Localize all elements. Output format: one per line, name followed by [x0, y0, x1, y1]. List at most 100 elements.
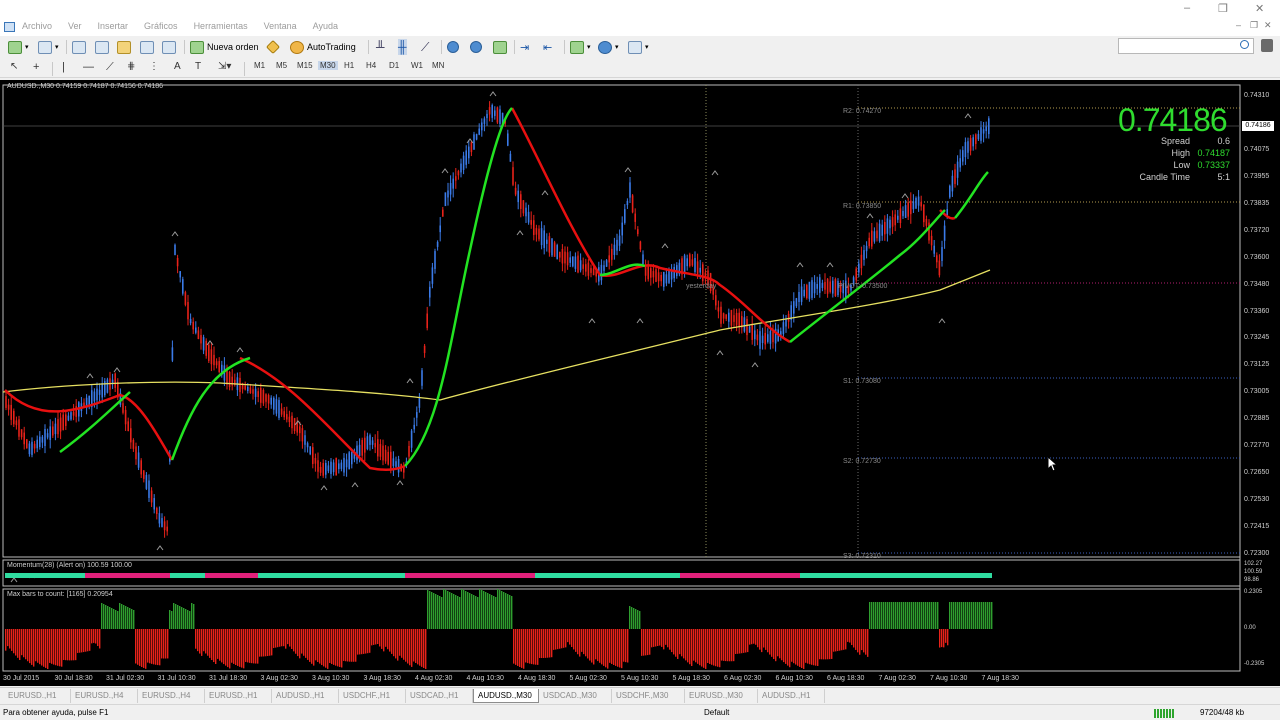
histogram-bar	[363, 629, 365, 654]
mdi-restore-icon[interactable]: ❐	[1250, 20, 1258, 31]
tf-m5[interactable]: M5	[276, 61, 287, 70]
tf-w1[interactable]: W1	[411, 61, 423, 70]
chart-tab[interactable]: EURUSD.,M30	[685, 689, 758, 703]
menu-archivo[interactable]: Archivo	[22, 21, 52, 31]
chart-tab[interactable]: EURUSD.,H1	[205, 689, 272, 703]
line-chart-button[interactable]: ⟋	[421, 39, 429, 55]
tf-h1[interactable]: H1	[344, 61, 354, 70]
candle-body	[834, 279, 837, 297]
tf-m15[interactable]: M15	[297, 61, 313, 70]
text-label-icon[interactable]: T	[195, 61, 201, 72]
histogram-bar	[433, 593, 435, 629]
chart-tab[interactable]: USDCHF.,M30	[612, 689, 685, 703]
candle-chart-button[interactable]: ╫	[398, 39, 407, 55]
menu-herramientas[interactable]: Herramientas	[194, 21, 248, 31]
chart-tab[interactable]: AUDUSD.,M30	[473, 689, 539, 703]
tf-h4[interactable]: H4	[366, 61, 376, 70]
histogram-bar	[529, 629, 531, 664]
histogram-bar	[491, 595, 493, 629]
terminal-button[interactable]	[140, 39, 154, 55]
clock-icon	[598, 40, 612, 54]
chart-tab[interactable]: AUDUSD.,H1	[758, 689, 825, 703]
candle-body	[696, 261, 699, 274]
indicators-icon	[570, 40, 584, 54]
bar-chart-button[interactable]: ╨	[376, 39, 385, 55]
new-order-button[interactable]: Nueva orden	[190, 39, 259, 55]
histogram-bar	[615, 629, 617, 666]
fibonacci-icon[interactable]: ⋮	[149, 61, 159, 72]
profile-name[interactable]: Default	[704, 708, 729, 717]
menu-insertar[interactable]: Insertar	[98, 21, 129, 31]
menu-ayuda[interactable]: Ayuda	[313, 21, 338, 31]
autoscroll-button[interactable]: ⇥	[520, 39, 529, 55]
zoom-in-button[interactable]	[447, 39, 459, 55]
indicators-button[interactable]: ▾	[570, 39, 591, 55]
mdi-minimize-icon[interactable]: –	[1236, 20, 1241, 30]
user-icon[interactable]	[1261, 39, 1273, 52]
chart-window[interactable]: AUDUSD.,M30 0.74159 0.74187 0.74156 0.74…	[0, 80, 1280, 686]
restore-icon[interactable]: ❐	[1218, 2, 1228, 15]
tf-m30[interactable]: M30	[318, 61, 338, 70]
histogram-bar	[911, 602, 913, 629]
histogram-bar	[565, 629, 567, 648]
chart-tab[interactable]: USDCHF.,H1	[339, 689, 406, 703]
horizontal-line-icon[interactable]: —	[83, 61, 94, 73]
histogram-bar	[157, 629, 159, 666]
market-watch-button[interactable]	[72, 39, 86, 55]
histogram-bar	[315, 629, 317, 661]
navigator-button[interactable]	[95, 39, 109, 55]
arrows-tool-icon[interactable]: ⇲▾	[218, 61, 231, 72]
tile-windows-button[interactable]	[493, 39, 507, 55]
histogram-bar	[179, 606, 181, 629]
metaeditor-button[interactable]	[265, 39, 281, 55]
candle-body	[876, 230, 878, 239]
chart-tab[interactable]: AUDUSD.,H1	[272, 689, 339, 703]
tester-button[interactable]	[162, 39, 176, 55]
search-input[interactable]	[1118, 38, 1254, 54]
histogram-bar	[539, 629, 541, 658]
periods-button[interactable]: ▾	[598, 39, 619, 55]
tf-m1[interactable]: M1	[254, 61, 265, 70]
histogram-bar	[771, 629, 773, 657]
histogram-bar	[775, 629, 777, 662]
chart-tab[interactable]: EURUSD.,H4	[71, 689, 138, 703]
chart-tab[interactable]: USDCAD.,M30	[539, 689, 612, 703]
histogram-bar	[927, 602, 929, 629]
templates-button[interactable]: ▾	[628, 39, 649, 55]
cursor-tool-icon[interactable]: ↖	[10, 61, 18, 72]
text-tool-icon[interactable]: A	[174, 61, 181, 72]
profiles-button[interactable]: ▾	[38, 39, 59, 55]
trendline-icon[interactable]: ⟋	[106, 61, 114, 74]
vertical-line-icon[interactable]: |	[62, 61, 65, 73]
tf-d1[interactable]: D1	[389, 61, 399, 70]
chart-canvas[interactable]	[0, 80, 1280, 686]
chart-tab[interactable]: EURUSD.,H1	[4, 689, 71, 703]
histogram-bar	[867, 629, 869, 657]
histogram-bar	[599, 629, 601, 663]
zoom-out-button[interactable]	[470, 39, 482, 55]
candle-body	[254, 388, 257, 397]
new-chart-button[interactable]: ▾	[8, 39, 29, 55]
histogram-bar	[237, 629, 239, 666]
channel-icon[interactable]: ⋕	[127, 61, 135, 72]
chart-tab[interactable]: USDCAD.,H1	[406, 689, 473, 703]
search-icon[interactable]	[1240, 40, 1249, 49]
close-icon[interactable]: ✕	[1255, 2, 1264, 15]
candle-body	[933, 245, 935, 254]
minimize-icon[interactable]: –	[1184, 2, 1190, 14]
menu-ver[interactable]: Ver	[68, 21, 82, 31]
candle-body	[377, 439, 379, 457]
menu-ventana[interactable]: Ventana	[264, 21, 297, 31]
candle-time-row: Candle Time 5:1	[1120, 172, 1230, 182]
autotrading-button[interactable]: AutoTrading	[290, 39, 356, 55]
menu-graficos[interactable]: Gráficos	[144, 21, 178, 31]
crosshair-tool-icon[interactable]: +	[33, 61, 39, 73]
chart-tab[interactable]: EURUSD.,H4	[138, 689, 205, 703]
folder-button[interactable]	[117, 39, 131, 55]
chart-shift-button[interactable]: ⇤	[543, 39, 552, 55]
histogram-bar	[201, 629, 203, 656]
histogram-bar	[427, 590, 429, 629]
connection-status-icon[interactable]	[1154, 709, 1174, 718]
tf-mn[interactable]: MN	[432, 61, 444, 70]
mdi-close-icon[interactable]: ✕	[1264, 20, 1272, 31]
